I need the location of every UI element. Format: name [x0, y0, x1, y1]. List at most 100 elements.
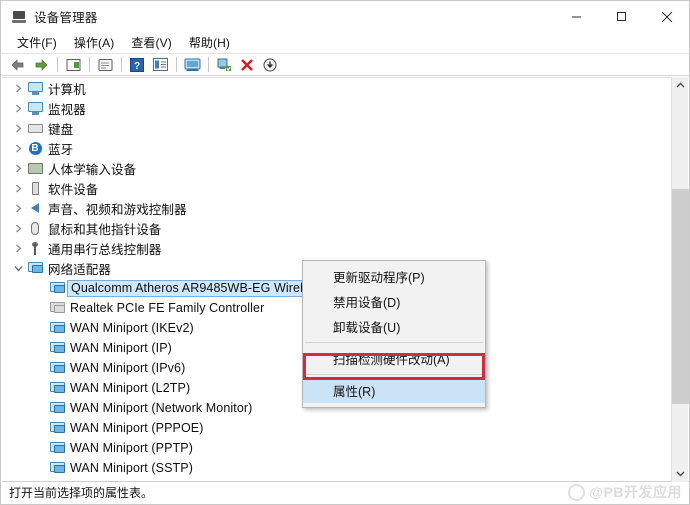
device-manager-window: 设备管理器 文件(F) 操作(A) 查看(V) 帮助(H) ? 计算机 监视器 … [0, 0, 690, 505]
tree-row[interactable]: 软件设备 [2, 178, 673, 198]
tree-row-label: 键盘 [48, 122, 74, 137]
ctx-properties[interactable]: 属性(R) [303, 378, 485, 403]
enable-device-icon[interactable] [213, 55, 235, 75]
network-device-icon [48, 420, 66, 436]
scan-hardware-changes-icon[interactable] [181, 55, 203, 75]
keyboard-icon [26, 120, 44, 136]
tree-row[interactable]: WAN Miniport (PPTP) [2, 438, 673, 458]
toolbar-separator [208, 57, 209, 72]
chevron-right-icon[interactable] [10, 80, 26, 96]
tree-row-label: 人体学输入设备 [48, 162, 137, 177]
device-manager-icon [11, 9, 27, 25]
network-device-gray-icon [48, 300, 66, 316]
tree-row-label: WAN Miniport (SSTP) [70, 461, 193, 475]
tree-row[interactable]: 鼠标和其他指针设备 [2, 218, 673, 238]
chevron-right-icon[interactable] [10, 140, 26, 156]
ctx-disable-device[interactable]: 禁用设备(D) [303, 289, 485, 314]
window-controls [554, 1, 689, 32]
chevron-right-icon[interactable] [10, 120, 26, 136]
back-icon[interactable] [7, 55, 29, 75]
scroll-down-icon[interactable] [672, 465, 689, 482]
software-device-icon [26, 180, 44, 196]
menu-view[interactable]: 查看(V) [123, 32, 181, 53]
tree-row[interactable]: 声音、视频和游戏控制器 [2, 198, 673, 218]
tree-row[interactable]: 通用串行总线控制器 [2, 238, 673, 258]
tree-row-label: WAN Miniport (L2TP) [70, 381, 191, 395]
computer-icon [26, 80, 44, 96]
status-bar: 打开当前选择项的属性表。 [2, 481, 689, 503]
scroll-up-icon[interactable] [672, 77, 689, 94]
tree-row-label: WAN Miniport (PPPOE) [70, 421, 204, 435]
hid-icon [26, 160, 44, 176]
chevron-right-icon[interactable] [10, 240, 26, 256]
context-menu[interactable]: 更新驱动程序(P) 禁用设备(D) 卸载设备(U) 扫描检测硬件改动(A) 属性(R) [302, 260, 486, 408]
tree-row-label: Realtek PCIe FE Family Controller [70, 301, 265, 315]
chevron-right-icon[interactable] [10, 220, 26, 236]
chevron-right-icon[interactable] [10, 100, 26, 116]
vertical-scrollbar[interactable] [671, 77, 689, 482]
tree-row[interactable]: WAN Miniport (PPPOE) [2, 418, 673, 438]
tree-row-label: 软件设备 [48, 182, 99, 197]
maximize-button[interactable] [599, 1, 644, 32]
scrollbar-track[interactable] [672, 94, 689, 465]
tree-row-label: WAN Miniport (IP) [70, 341, 172, 355]
tree-row-label: 监视器 [48, 102, 86, 117]
tree-row-label: 通用串行总线控制器 [48, 242, 162, 257]
uninstall-device-icon[interactable] [236, 55, 258, 75]
tree-row-label: 声音、视频和游戏控制器 [48, 202, 187, 217]
tool-bar: ? [1, 54, 689, 76]
forward-icon[interactable] [30, 55, 52, 75]
context-menu-separator [305, 342, 483, 343]
ctx-scan-hardware[interactable]: 扫描检测硬件改动(A) [303, 346, 485, 371]
tree-row-label: 计算机 [48, 82, 86, 97]
network-device-icon [48, 440, 66, 456]
monitor-icon [26, 100, 44, 116]
menu-action[interactable]: 操作(A) [66, 32, 124, 53]
menu-help[interactable]: 帮助(H) [181, 32, 239, 53]
tree-row[interactable]: 人体学输入设备 [2, 158, 673, 178]
tree-row[interactable]: 计算机 [2, 78, 673, 98]
tree-row-label: WAN Miniport (IPv6) [70, 361, 186, 375]
chevron-right-icon[interactable] [10, 180, 26, 196]
tree-row-label: WAN Miniport (PPTP) [70, 441, 193, 455]
tree-row[interactable]: WAN Miniport (SSTP) [2, 458, 673, 478]
tree-row[interactable]: B 蓝牙 [2, 138, 673, 158]
network-device-icon [48, 360, 66, 376]
help-icon[interactable]: ? [126, 55, 148, 75]
network-device-icon [48, 380, 66, 396]
disable-device-icon[interactable] [259, 55, 281, 75]
chevron-right-icon[interactable] [10, 200, 26, 216]
chevron-down-icon[interactable] [10, 260, 26, 276]
minimize-button[interactable] [554, 1, 599, 32]
menu-file[interactable]: 文件(F) [9, 32, 66, 53]
update-driver-icon[interactable] [149, 55, 171, 75]
show-hidden-devices-icon[interactable] [62, 55, 84, 75]
properties-icon[interactable] [94, 55, 116, 75]
tree-row[interactable]: 监视器 [2, 98, 673, 118]
title-bar: 设备管理器 [1, 1, 689, 32]
toolbar-separator [176, 57, 177, 72]
status-text: 打开当前选择项的属性表。 [9, 486, 154, 500]
toolbar-separator [89, 57, 90, 72]
network-device-icon [48, 280, 66, 296]
window-title: 设备管理器 [34, 11, 98, 25]
network-device-icon [48, 340, 66, 356]
scrollbar-thumb[interactable] [672, 189, 689, 404]
tree-row-label: WAN Miniport (Network Monitor) [70, 401, 253, 415]
network-device-icon [48, 460, 66, 476]
network-device-icon [48, 320, 66, 336]
svg-text:?: ? [134, 61, 140, 72]
usb-icon [26, 240, 44, 256]
close-button[interactable] [644, 1, 689, 32]
menu-bar: 文件(F) 操作(A) 查看(V) 帮助(H) [1, 32, 689, 54]
tree-row-label: 网络适配器 [48, 262, 112, 277]
ctx-uninstall-device[interactable]: 卸载设备(U) [303, 314, 485, 339]
chevron-right-icon[interactable] [10, 160, 26, 176]
network-device-icon [48, 400, 66, 416]
tree-row[interactable]: 键盘 [2, 118, 673, 138]
tree-row-label: WAN Miniport (IKEv2) [70, 321, 194, 335]
mouse-icon [26, 220, 44, 236]
tree-row-label: 鼠标和其他指针设备 [48, 222, 162, 237]
ctx-update-driver[interactable]: 更新驱动程序(P) [303, 264, 485, 289]
bluetooth-icon: B [26, 140, 44, 156]
